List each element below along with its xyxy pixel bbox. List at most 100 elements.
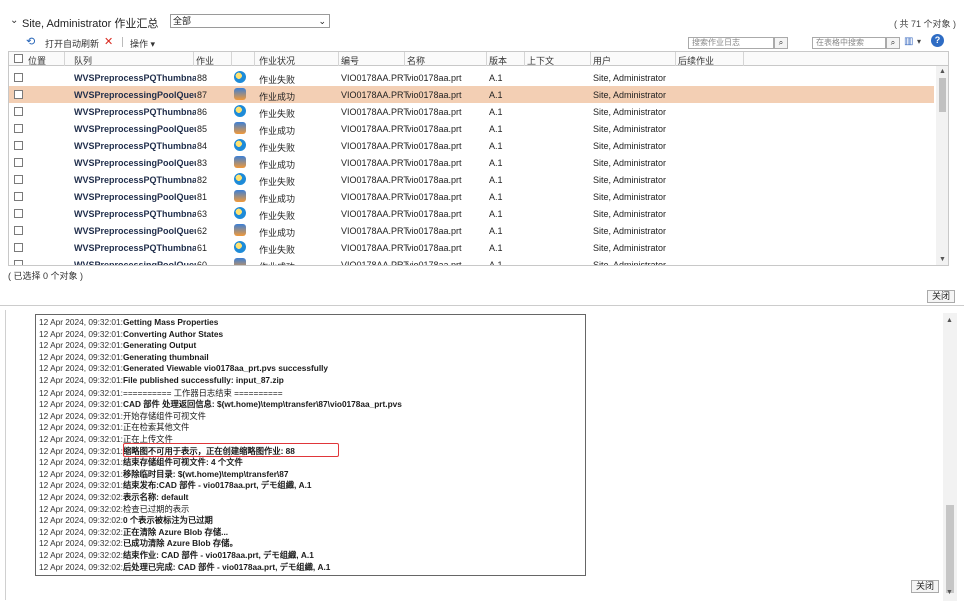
col-job[interactable]: 作业 (196, 54, 214, 67)
scroll-down-icon[interactable]: ▼ (939, 256, 946, 263)
col-name[interactable]: 名称 (407, 54, 425, 67)
row-checkbox[interactable] (14, 158, 23, 167)
log-scroll-down-icon[interactable]: ▼ (946, 589, 953, 596)
table-row[interactable]: WVSPreprocessPQThumbnailL 61 作业失败 VIO0178AA… (9, 239, 934, 256)
delete-icon[interactable]: ✕ (104, 35, 113, 48)
row-queue[interactable]: WVSPreprocessingPoolQueueL (74, 192, 196, 202)
col-sep (675, 52, 676, 66)
row-checkbox[interactable] (14, 226, 23, 235)
row-name[interactable]: vio0178aa.prt (407, 90, 462, 100)
row-queue[interactable]: WVSPreprocessPQThumbnailL (74, 243, 196, 253)
search-log-icon[interactable]: ⌕ (774, 37, 788, 49)
row-checkbox[interactable] (14, 209, 23, 218)
row-number[interactable]: VIO0178AA.PRT (341, 107, 409, 117)
table-row[interactable]: WVSPreprocessPQThumbnailL 88 作业失败 VIO0178AA… (9, 69, 934, 86)
row-checkbox[interactable] (14, 192, 23, 201)
row-number[interactable]: VIO0178AA.PRT (341, 124, 409, 134)
row-name[interactable]: vio0178aa.prt (407, 192, 462, 202)
table-row[interactable]: WVSPreprocessPQThumbnailL 84 作业失败 VIO0178AA… (9, 137, 934, 154)
row-checkbox[interactable] (14, 90, 23, 99)
row-queue[interactable]: WVSPreprocessingPoolQueueL (74, 226, 196, 236)
row-name[interactable]: vio0178aa.prt (407, 107, 462, 117)
row-queue[interactable]: WVSPreprocessPQThumbnailL (74, 73, 196, 83)
search-log-input[interactable]: 搜索作业日志 (688, 37, 774, 49)
settings-dropdown-icon[interactable]: ▾ (917, 37, 921, 46)
row-number[interactable]: VIO0178AA.PRT (341, 243, 409, 253)
collapse-chevron-icon[interactable]: ⌄ (10, 15, 18, 26)
filter-select[interactable]: 全部 ⌄ (170, 14, 330, 28)
col-number[interactable]: 编号 (341, 54, 359, 67)
row-number[interactable]: VIO0178AA.PRT (341, 192, 409, 202)
row-user: Site, Administrator (593, 124, 667, 134)
scroll-thumb[interactable] (939, 78, 946, 112)
row-name[interactable]: vio0178aa.prt (407, 226, 462, 236)
log-timestamp: 12 Apr 2024, 09:32:01: (39, 363, 123, 374)
row-number[interactable]: VIO0178AA.PRT (341, 73, 409, 83)
row-name[interactable]: vio0178aa.prt (407, 124, 462, 134)
row-checkbox[interactable] (14, 73, 23, 82)
row-queue[interactable]: WVSPreprocessingPoolQueueL (74, 90, 196, 100)
col-position[interactable]: 位置 (28, 54, 46, 67)
table-scrollbar[interactable]: ▲ ▼ (936, 66, 948, 265)
search-table-input[interactable]: 在表格中搜索 (812, 37, 886, 49)
row-checkbox[interactable] (14, 260, 23, 265)
table-row[interactable]: WVSPreprocessingPoolQueueL83 作业成功 VIO0178A… (9, 154, 934, 171)
col-followup[interactable]: 后续作业 (678, 54, 714, 67)
log-scrollbar[interactable]: ▲ ▼ (943, 313, 957, 601)
refresh-icon[interactable]: ⟲ (26, 35, 35, 48)
row-checkbox[interactable] (14, 175, 23, 184)
close-button-table[interactable]: 关闭 (927, 290, 956, 303)
row-name[interactable]: vio0178aa.prt (407, 243, 462, 253)
row-checkbox[interactable] (14, 107, 23, 116)
search-table-icon[interactable]: ⌕ (886, 37, 900, 49)
row-name[interactable]: vio0178aa.prt (407, 73, 462, 83)
col-version[interactable]: 版本 (489, 54, 507, 67)
row-number[interactable]: VIO0178AA.PRT (341, 158, 409, 168)
table-row[interactable]: WVSPreprocessingPoolQueueL62 作业成功 VIO0178A… (9, 222, 934, 239)
col-context[interactable]: 上下文 (527, 54, 554, 67)
operations-menu[interactable]: 操作 ▾ (130, 37, 155, 50)
table-row[interactable]: WVSPreprocessingPoolQueueL60 作业成功 VIO0178A… (9, 256, 934, 265)
row-queue[interactable]: WVSPreprocessingPoolQueueL (74, 260, 196, 265)
row-name[interactable]: vio0178aa.prt (407, 209, 462, 219)
row-number[interactable]: VIO0178AA.PRT (341, 141, 409, 151)
column-settings-icon[interactable]: ▥ (904, 36, 913, 47)
log-scroll-thumb[interactable] (946, 505, 954, 593)
row-queue[interactable]: WVSPreprocessingPoolQueueL (74, 158, 196, 168)
table-row[interactable]: WVSPreprocessingPoolQueueL87 作业成功 VIO0178A… (9, 86, 934, 103)
row-checkbox[interactable] (14, 243, 23, 252)
row-name[interactable]: vio0178aa.prt (407, 175, 462, 185)
row-queue[interactable]: WVSPreprocessingPoolQueueL (74, 124, 196, 134)
row-number[interactable]: VIO0178AA.PRT (341, 209, 409, 219)
table-row[interactable]: WVSPreprocessingPoolQueueL85 作业成功 VIO0178A… (9, 120, 934, 137)
row-number[interactable]: VIO0178AA.PRT (341, 260, 409, 265)
select-all-checkbox[interactable] (14, 54, 23, 63)
row-number[interactable]: VIO0178AA.PRT (341, 90, 409, 100)
help-icon[interactable]: ? (931, 34, 944, 47)
row-name[interactable]: vio0178aa.prt (407, 260, 462, 265)
col-status[interactable]: 作业状况 (259, 54, 295, 67)
close-button-log[interactable]: 关闭 (911, 580, 940, 593)
log-line: 12 Apr 2024, 09:32:01:结束发布:CAD 部件 - vio0… (39, 479, 312, 491)
row-queue[interactable]: WVSPreprocessPQThumbnailL (74, 107, 196, 117)
table-row[interactable]: WVSPreprocessPQThumbnailL 86 作业失败 VIO0178AA… (9, 103, 934, 120)
log-scroll-up-icon[interactable]: ▲ (946, 317, 953, 324)
table-row[interactable]: WVSPreprocessingPoolQueueL81 作业成功 VIO0178A… (9, 188, 934, 205)
log-timestamp: 12 Apr 2024, 09:32:01: (39, 422, 123, 433)
log-timestamp: 12 Apr 2024, 09:32:02: (39, 515, 123, 526)
row-checkbox[interactable] (14, 124, 23, 133)
col-queue[interactable]: 队列 (74, 54, 92, 67)
row-number[interactable]: VIO0178AA.PRT (341, 226, 409, 236)
row-queue[interactable]: WVSPreprocessPQThumbnailL (74, 175, 196, 185)
row-checkbox[interactable] (14, 141, 23, 150)
row-name[interactable]: vio0178aa.prt (407, 158, 462, 168)
row-name[interactable]: vio0178aa.prt (407, 141, 462, 151)
auto-refresh-button[interactable]: 打开自动刷新 (45, 37, 99, 50)
row-queue[interactable]: WVSPreprocessPQThumbnailL (74, 141, 196, 151)
col-user[interactable]: 用户 (593, 54, 611, 67)
row-number[interactable]: VIO0178AA.PRT (341, 175, 409, 185)
row-queue[interactable]: WVSPreprocessPQThumbnailL (74, 209, 196, 219)
table-row[interactable]: WVSPreprocessPQThumbnailL 82 作业失败 VIO0178AA… (9, 171, 934, 188)
table-row[interactable]: WVSPreprocessPQThumbnailL 63 作业失败 VIO0178AA… (9, 205, 934, 222)
scroll-up-icon[interactable]: ▲ (939, 68, 946, 75)
